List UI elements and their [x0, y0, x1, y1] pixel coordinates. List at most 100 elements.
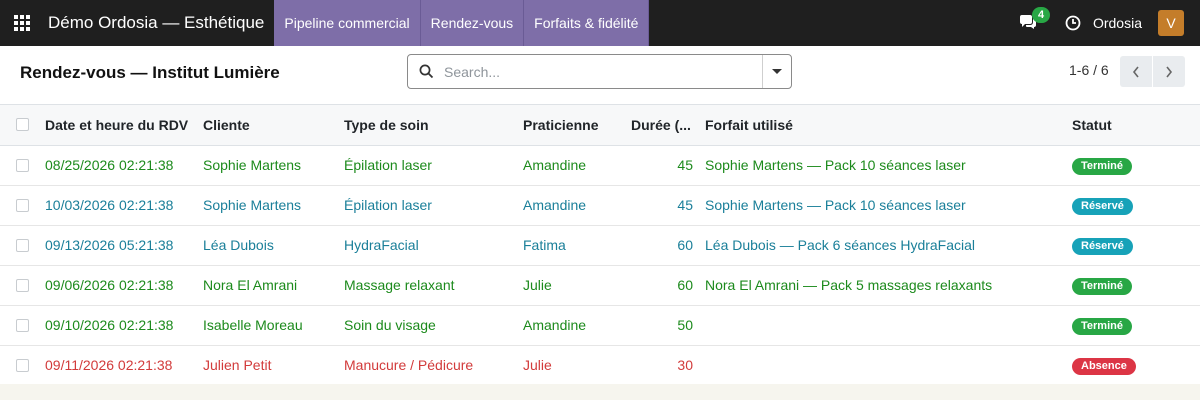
column-header-client[interactable]: Cliente [197, 105, 338, 146]
row-select-cell[interactable] [0, 305, 39, 346]
row-select-cell[interactable] [0, 225, 39, 266]
table-row[interactable]: 09/10/2026 02:21:38 Isabelle Moreau Soin d… [0, 305, 1200, 346]
cell-client[interactable]: Sophie Martens [197, 145, 338, 186]
cell-status[interactable]: Terminé [1066, 145, 1200, 186]
search-icon [408, 64, 444, 79]
table-row[interactable]: 09/13/2026 05:21:38 Léa Dubois HydraFacial… [0, 225, 1200, 266]
app-menu-button[interactable] [0, 0, 44, 46]
clock-icon [1065, 15, 1081, 31]
pager-previous-button[interactable] [1120, 56, 1152, 87]
cell-practitioner[interactable]: Amandine [517, 185, 625, 226]
cell-care-type[interactable]: Épilation laser [338, 185, 517, 226]
cell-practitioner[interactable]: Julie [517, 345, 625, 386]
top-navbar: Démo Ordosia — Esthétique Pipeline comme… [0, 0, 1200, 46]
cell-duration[interactable]: 45 [625, 185, 699, 226]
cell-care-type[interactable]: Soin du visage [338, 305, 517, 346]
page-title: Rendez-vous — Institut Lumière [20, 63, 280, 82]
appointments-table: Date et heure du RDV Cliente Type de soi… [0, 105, 1200, 386]
cell-client[interactable]: Sophie Martens [197, 185, 338, 226]
column-header-duration[interactable]: Durée (... [625, 105, 699, 146]
cell-date[interactable]: 10/03/2026 02:21:38 [39, 185, 197, 226]
cell-status[interactable]: Réservé [1066, 225, 1200, 266]
cell-care-type[interactable]: Manucure / Pédicure [338, 345, 517, 386]
cell-duration[interactable]: 60 [625, 265, 699, 306]
cell-status[interactable]: Réservé [1066, 185, 1200, 226]
cell-status[interactable]: Absence [1066, 345, 1200, 386]
user-avatar[interactable]: V [1158, 10, 1184, 36]
cell-care-type[interactable]: HydraFacial [338, 225, 517, 266]
cell-package[interactable]: Nora El Amrani — Pack 5 massages relaxan… [699, 265, 1066, 306]
status-badge: Absence [1072, 357, 1136, 375]
cell-date[interactable]: 09/11/2026 02:21:38 [39, 345, 197, 386]
cell-date[interactable]: 09/13/2026 05:21:38 [39, 225, 197, 266]
cell-duration[interactable]: 30 [625, 345, 699, 386]
cell-care-type[interactable]: Épilation laser [338, 145, 517, 186]
column-header-date[interactable]: Date et heure du RDV [39, 105, 197, 146]
chevron-left-icon [1132, 66, 1139, 77]
cell-package[interactable]: Léa Dubois — Pack 6 séances HydraFacial [699, 225, 1066, 266]
messaging-button[interactable]: 4 [1019, 7, 1051, 33]
cell-duration[interactable]: 50 [625, 305, 699, 346]
cell-package[interactable] [699, 345, 1066, 386]
column-header-care-type[interactable]: Type de soin [338, 105, 517, 146]
row-checkbox[interactable] [16, 358, 29, 372]
status-badge: Terminé [1072, 317, 1132, 335]
cell-package[interactable]: Sophie Martens — Pack 10 séances laser [699, 145, 1066, 186]
cell-date[interactable]: 08/25/2026 02:21:38 [39, 145, 197, 186]
cell-client[interactable]: Nora El Amrani [197, 265, 338, 306]
table-row[interactable]: 08/25/2026 02:21:38 Sophie Martens Épilati… [0, 145, 1200, 186]
row-checkbox[interactable] [16, 278, 29, 292]
cell-practitioner[interactable]: Amandine [517, 305, 625, 346]
menu-appointments[interactable]: Rendez-vous [420, 0, 525, 46]
row-select-cell[interactable] [0, 185, 39, 226]
cell-client[interactable]: Léa Dubois [197, 225, 338, 266]
grid-icon [14, 15, 30, 31]
search-input[interactable] [444, 55, 762, 88]
cell-status[interactable]: Terminé [1066, 305, 1200, 346]
row-select-cell[interactable] [0, 345, 39, 386]
cell-client[interactable]: Julien Petit [197, 345, 338, 386]
select-all-checkbox[interactable] [16, 118, 29, 132]
cell-package[interactable]: Sophie Martens — Pack 10 séances laser [699, 185, 1066, 226]
cell-practitioner[interactable]: Amandine [517, 145, 625, 186]
status-badge: Réservé [1072, 197, 1133, 215]
chat-count-badge: 4 [1031, 7, 1051, 23]
control-panel: Rendez-vous — Institut Lumière 1-6 / 6 [0, 46, 1200, 105]
column-header-package[interactable]: Forfait utilisé [699, 105, 1066, 146]
table-row[interactable]: 10/03/2026 02:21:38 Sophie Martens Épilati… [0, 185, 1200, 226]
cell-client[interactable]: Isabelle Moreau [197, 305, 338, 346]
cell-care-type[interactable]: Massage relaxant [338, 265, 517, 306]
pager-value[interactable]: 1-6 / 6 [1069, 62, 1109, 78]
menu-pipeline[interactable]: Pipeline commercial [274, 0, 421, 46]
cell-duration[interactable]: 45 [625, 145, 699, 186]
cell-package[interactable] [699, 305, 1066, 346]
column-header-status[interactable]: Statut [1066, 105, 1200, 146]
pager-buttons [1120, 56, 1185, 87]
row-checkbox[interactable] [16, 158, 29, 172]
cell-status[interactable]: Terminé [1066, 265, 1200, 306]
status-badge: Réservé [1072, 237, 1133, 255]
column-header-practitioner[interactable]: Praticienne [517, 105, 625, 146]
cell-date[interactable]: 09/10/2026 02:21:38 [39, 305, 197, 346]
menu-packages[interactable]: Forfaits & fidélité [524, 0, 650, 46]
activities-button[interactable] [1065, 15, 1081, 31]
select-all-cell[interactable] [0, 105, 39, 146]
cell-date[interactable]: 09/06/2026 02:21:38 [39, 265, 197, 306]
cell-practitioner[interactable]: Julie [517, 265, 625, 306]
table-row[interactable]: 09/06/2026 02:21:38 Nora El Amrani Massage… [0, 265, 1200, 306]
row-select-cell[interactable] [0, 265, 39, 306]
caret-down-icon [772, 69, 782, 74]
cell-duration[interactable]: 60 [625, 225, 699, 266]
row-select-cell[interactable] [0, 145, 39, 186]
status-badge: Terminé [1072, 277, 1132, 295]
pager-next-button[interactable] [1153, 56, 1185, 87]
row-checkbox[interactable] [16, 198, 29, 212]
app-brand[interactable]: Démo Ordosia — Esthétique [44, 0, 274, 46]
cell-practitioner[interactable]: Fatima [517, 225, 625, 266]
search-options-toggle[interactable] [762, 55, 791, 88]
table-row[interactable]: 09/11/2026 02:21:38 Julien Petit Manucure … [0, 345, 1200, 386]
search-bar [407, 54, 792, 89]
company-switcher[interactable]: Ordosia [1093, 15, 1142, 31]
row-checkbox[interactable] [16, 318, 29, 332]
row-checkbox[interactable] [16, 238, 29, 252]
